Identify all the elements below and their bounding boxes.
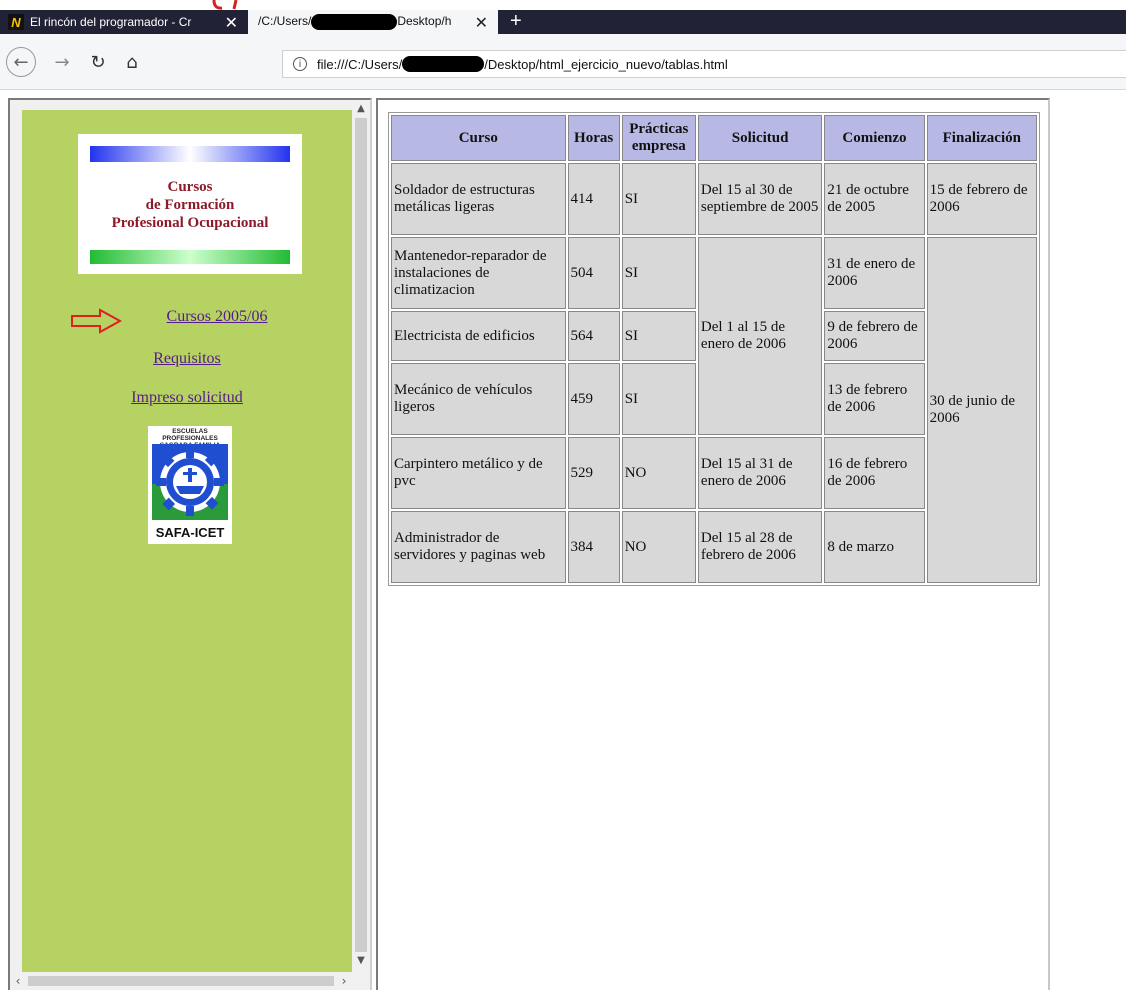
- table-header-row: Curso Horas Prácticas empresa Solicitud …: [391, 115, 1037, 161]
- header-horas: Horas: [567, 115, 620, 161]
- cell-curso: Mantenedor-reparador de instalaciones de…: [391, 237, 566, 309]
- scroll-right-icon[interactable]: ›: [336, 972, 352, 990]
- left-frame-horizontal-scrollbar[interactable]: ‹ ›: [10, 972, 370, 990]
- cell-solicitud: Del 15 al 28 de febrero de 2006: [697, 511, 823, 583]
- cell-horas: 564: [567, 311, 620, 361]
- scroll-thumb[interactable]: [28, 976, 334, 986]
- cell-solicitud: Del 15 al 30 de septiembre de 2005: [697, 163, 823, 235]
- cell-curso: Soldador de estructuras metálicas ligera…: [391, 163, 566, 235]
- tab-tablas[interactable]: /C:/Users/Desktop/h ✕: [248, 10, 498, 34]
- green-gradient-bar: [90, 250, 290, 264]
- header-solicitud: Solicitud: [697, 115, 823, 161]
- cell-practicas: NO: [621, 511, 696, 583]
- red-annotation-mark: [212, 0, 238, 10]
- link-requisitos[interactable]: Requisitos: [22, 350, 352, 368]
- cell-practicas: SI: [621, 311, 696, 361]
- courses-table: Curso Horas Prácticas empresa Solicitud …: [388, 112, 1040, 586]
- tab-bar: N El rincón del programador - Cr ✕ /C:/U…: [0, 0, 1126, 34]
- table-row: Mantenedor-reparador de instalaciones de…: [391, 237, 1037, 583]
- content-frame: Curso Horas Prácticas empresa Solicitud …: [376, 98, 1050, 990]
- back-arrow-icon[interactable]: ←: [6, 47, 36, 77]
- cell-finalizacion-merged: 30 de junio de 2006: [926, 237, 1037, 583]
- reload-icon[interactable]: ↻: [84, 48, 112, 76]
- close-tab-icon[interactable]: ✕: [225, 13, 238, 33]
- navigation-bar: ← → ↻ ⌂ i file:///C:/Users/ /Desktop/html…: [0, 34, 1126, 90]
- cell-comienzo: 31 de enero de 2006: [824, 237, 925, 309]
- url-prefix: file:///C:/Users/: [317, 56, 403, 72]
- cell-practicas: SI: [621, 363, 696, 435]
- header-comienzo: Comienzo: [824, 115, 925, 161]
- redacted-username: [402, 56, 485, 72]
- cell-horas: 414: [567, 163, 620, 235]
- left-frame: Cursos de Formación Profesional Ocupacio…: [8, 98, 372, 990]
- left-frame-vertical-scrollbar[interactable]: ▲ ▼: [352, 100, 370, 970]
- cell-comienzo: 16 de febrero de 2006: [824, 437, 925, 509]
- tab-rincon-programador[interactable]: N El rincón del programador - Cr ✕: [0, 10, 248, 34]
- cell-curso: Administrador de servidores y paginas we…: [391, 511, 566, 583]
- safa-icet-logo: ESCUELAS PROFESIONALES SAGRADA FAMILIA: [148, 426, 232, 544]
- cell-horas: 504: [567, 237, 620, 309]
- cell-comienzo: 9 de febrero de 2006: [824, 311, 925, 361]
- cell-comienzo: 13 de febrero de 2006: [824, 363, 925, 435]
- logo-text: Cursos de Formación Profesional Ocupacio…: [111, 179, 269, 231]
- header-finalizacion: Finalización: [926, 115, 1037, 161]
- address-bar[interactable]: i file:///C:/Users/ /Desktop/html_ejercic…: [282, 50, 1126, 78]
- new-tab-button[interactable]: +: [510, 10, 522, 34]
- table-row: Soldador de estructuras metálicas ligera…: [391, 163, 1037, 235]
- tab-title: /C:/Users/Desktop/h: [258, 14, 452, 30]
- url-suffix: /Desktop/html_ejercicio_nuevo/tablas.htm…: [484, 56, 728, 72]
- cell-practicas: SI: [621, 163, 696, 235]
- cell-practicas: SI: [621, 237, 696, 309]
- cell-horas: 384: [567, 511, 620, 583]
- cell-comienzo: 21 de octubre de 2005: [824, 163, 925, 235]
- link-impreso-solicitud[interactable]: Impreso solicitud: [22, 389, 352, 407]
- cell-horas: 459: [567, 363, 620, 435]
- header-curso: Curso: [391, 115, 566, 161]
- cell-horas: 529: [567, 437, 620, 509]
- scroll-up-icon[interactable]: ▲: [352, 100, 370, 116]
- cell-comienzo: 8 de marzo: [824, 511, 925, 583]
- favicon-n-icon: N: [8, 14, 24, 30]
- cell-practicas: NO: [621, 437, 696, 509]
- link-cursos[interactable]: Cursos 2005/06: [52, 308, 382, 326]
- forward-arrow-icon[interactable]: →: [48, 48, 76, 76]
- cell-curso: Carpintero metálico y de pvc: [391, 437, 566, 509]
- header-practicas: Prácticas empresa: [621, 115, 696, 161]
- course-logo: Cursos de Formación Profesional Ocupacio…: [78, 134, 302, 274]
- info-icon[interactable]: i: [293, 57, 307, 71]
- tab-title: El rincón del programador - Cr: [30, 15, 192, 29]
- scroll-thumb[interactable]: [355, 118, 367, 952]
- cell-solicitud: Del 15 al 31 de enero de 2006: [697, 437, 823, 509]
- cell-curso: Electricista de edificios: [391, 311, 566, 361]
- blue-gradient-bar: [90, 146, 290, 162]
- scroll-left-icon[interactable]: ‹: [10, 972, 26, 990]
- cell-curso: Mecánico de vehículos ligeros: [391, 363, 566, 435]
- scroll-down-icon[interactable]: ▼: [352, 952, 370, 968]
- close-tab-icon[interactable]: ✕: [475, 13, 488, 33]
- redacted-username: [311, 14, 398, 30]
- cell-finalizacion: 15 de febrero de 2006: [926, 163, 1037, 235]
- sidebar-panel: Cursos de Formación Profesional Ocupacio…: [22, 110, 352, 972]
- home-icon[interactable]: ⌂: [118, 48, 146, 76]
- cell-solicitud-merged: Del 1 al 15 de enero de 2006: [697, 237, 823, 435]
- gear-emblem-icon: [152, 444, 228, 520]
